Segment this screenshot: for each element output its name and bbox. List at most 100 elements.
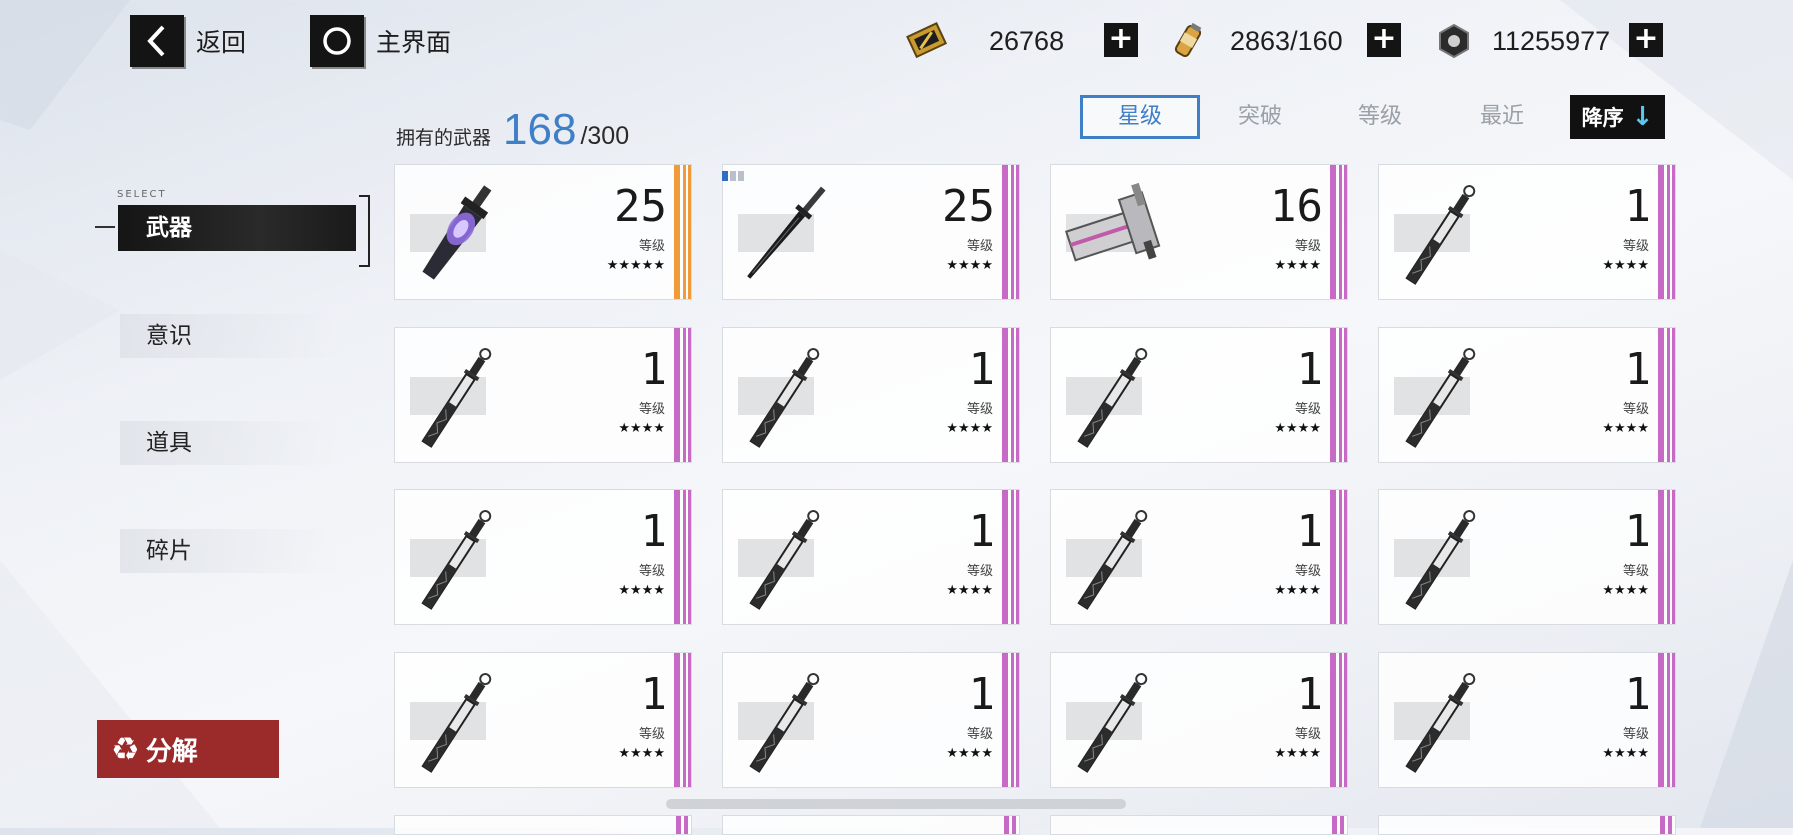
rarity-stripe bbox=[1002, 490, 1019, 624]
horizontal-scrollbar[interactable] bbox=[666, 799, 1126, 809]
sidebar-item-weapons[interactable]: 武器 bbox=[118, 205, 356, 251]
sidebar-item-fragments[interactable]: 碎片 bbox=[120, 529, 340, 573]
weapon-card[interactable]: 1 等级 ★★★★ bbox=[722, 489, 1020, 625]
weapon-card[interactable]: 1 等级 ★★★★ bbox=[722, 652, 1020, 788]
resource-energy-value: 2863/160 bbox=[1230, 25, 1343, 56]
weapon-level-label: 等级 bbox=[638, 402, 665, 417]
back-label: 返回 bbox=[196, 28, 247, 57]
resource-coin-value: 11255977 bbox=[1492, 25, 1611, 56]
weapon-level: 1 bbox=[640, 344, 668, 395]
weapon-card[interactable]: 1 等级 ★★★★ bbox=[1378, 489, 1676, 625]
sheathed-sword-icon bbox=[1059, 336, 1169, 460]
weapon-level-label: 等级 bbox=[1622, 402, 1649, 417]
weapon-level: 1 bbox=[1624, 506, 1652, 557]
weapon-card-partial[interactable] bbox=[1378, 815, 1676, 835]
equipped-badge-icon bbox=[722, 170, 746, 182]
weapon-card[interactable]: 16 等级 ★★★★ bbox=[1050, 164, 1348, 300]
sheathed-sword-icon bbox=[403, 661, 513, 785]
weapon-stars: ★★★★ bbox=[618, 583, 665, 598]
decompose-button[interactable]: ♻ 分解 bbox=[97, 720, 279, 778]
add-gold-button[interactable]: + bbox=[1104, 23, 1138, 57]
weapon-card[interactable]: 1 等级 ★★★★ bbox=[1050, 652, 1348, 788]
weapon-card-partial[interactable] bbox=[394, 815, 692, 835]
weapon-card[interactable]: 1 等级 ★★★★ bbox=[1378, 652, 1676, 788]
rarity-stripe bbox=[1658, 328, 1675, 462]
weapon-stars: ★★★★ bbox=[1274, 746, 1321, 761]
add-coin-button[interactable]: + bbox=[1629, 23, 1663, 57]
weapon-level-label: 等级 bbox=[966, 402, 993, 417]
select-tag: SELECT bbox=[117, 189, 167, 200]
sort-tab-rarity[interactable]: 星级 bbox=[1080, 95, 1200, 139]
rarity-stripe bbox=[674, 328, 691, 462]
weapon-card[interactable]: 1 等级 ★★★★ bbox=[1378, 327, 1676, 463]
rarity-stripe bbox=[1330, 328, 1347, 462]
weapon-stars: ★★★★ bbox=[946, 583, 993, 598]
sheathed-sword-icon bbox=[731, 336, 841, 460]
weapon-stars: ★★★★ bbox=[946, 258, 993, 273]
back-button[interactable]: 返回 bbox=[130, 15, 246, 67]
weapon-level-label: 等级 bbox=[1294, 564, 1321, 579]
weapon-card[interactable]: 1 等级 ★★★★ bbox=[394, 327, 692, 463]
weapon-stars: ★★★★ bbox=[1274, 583, 1321, 598]
home-label: 主界面 bbox=[376, 28, 452, 57]
weapon-count: 拥有的武器 168 /300 bbox=[396, 105, 629, 155]
weapon-card-partial[interactable] bbox=[1050, 815, 1348, 835]
weapon-card[interactable]: 1 等级 ★★★★ bbox=[394, 652, 692, 788]
active-bracket bbox=[359, 195, 370, 267]
sidebar-item-items[interactable]: 道具 bbox=[120, 421, 340, 465]
weapon-stars: ★★★★ bbox=[1602, 421, 1649, 436]
rarity-stripe bbox=[1002, 653, 1019, 787]
sheathed-sword-icon bbox=[403, 498, 513, 622]
weapon-level-label: 等级 bbox=[638, 727, 665, 742]
chevron-left-icon bbox=[147, 25, 165, 57]
weapon-count-value: 168 bbox=[503, 105, 577, 154]
rarity-stripe bbox=[674, 653, 691, 787]
weapon-card[interactable]: 1 等级 ★★★★ bbox=[1050, 489, 1348, 625]
weapon-card[interactable]: 1 等级 ★★★★ bbox=[1050, 327, 1348, 463]
weapon-card-partial[interactable] bbox=[722, 815, 1020, 835]
energy-canister-icon bbox=[1174, 22, 1202, 58]
weapon-card[interactable]: 1 等级 ★★★★ bbox=[1378, 164, 1676, 300]
resource-gold-value: 26768 bbox=[989, 25, 1065, 56]
sidebar-item-stigmata[interactable]: 意识 bbox=[120, 314, 340, 358]
sort-order-button[interactable]: 降序 ↓ bbox=[1570, 95, 1665, 139]
weapon-card[interactable]: 1 等级 ★★★★ bbox=[722, 327, 1020, 463]
weapon-level-label: 等级 bbox=[1294, 239, 1321, 254]
rarity-stripe bbox=[1658, 165, 1675, 299]
rarity-stripe bbox=[1330, 653, 1347, 787]
sheathed-sword-icon bbox=[731, 661, 841, 785]
sort-tab-level[interactable]: 等级 bbox=[1320, 95, 1440, 139]
weapon-card[interactable]: 25 等级 ★★★★★ bbox=[394, 164, 692, 300]
sheathed-sword-icon bbox=[1387, 336, 1497, 460]
rarity-stripe bbox=[674, 165, 691, 299]
recycle-icon: ♻ bbox=[111, 730, 140, 768]
weapon-level-label: 等级 bbox=[638, 239, 665, 254]
sheathed-sword-icon bbox=[1387, 173, 1497, 297]
weapon-level: 1 bbox=[1624, 344, 1652, 395]
rarity-stripe bbox=[1330, 490, 1347, 624]
sheathed-sword-icon bbox=[403, 336, 513, 460]
weapon-stars: ★★★★ bbox=[1274, 258, 1321, 273]
rarity-stripe bbox=[674, 490, 691, 624]
weapon-level: 1 bbox=[1624, 181, 1652, 232]
rarity-stripe bbox=[1330, 165, 1347, 299]
weapon-stars: ★★★★ bbox=[946, 421, 993, 436]
home-button[interactable]: 主界面 bbox=[310, 15, 451, 67]
weapon-level-label: 等级 bbox=[966, 239, 993, 254]
weapon-level: 1 bbox=[640, 506, 668, 557]
weapon-level-label: 等级 bbox=[1622, 564, 1649, 579]
weapon-stars: ★★★★ bbox=[1602, 746, 1649, 761]
sheathed-sword-icon bbox=[1387, 498, 1497, 622]
sort-tab-breakthrough[interactable]: 突破 bbox=[1200, 95, 1320, 139]
black-katana-icon bbox=[731, 173, 841, 297]
weapon-level: 1 bbox=[1296, 506, 1324, 557]
weapon-level: 25 bbox=[614, 181, 667, 232]
weapon-card[interactable]: 1 等级 ★★★★ bbox=[394, 489, 692, 625]
add-energy-button[interactable]: + bbox=[1367, 23, 1401, 57]
sort-order-label: 降序 bbox=[1581, 106, 1624, 130]
weapon-level-label: 等级 bbox=[966, 564, 993, 579]
hex-nut-coin-icon bbox=[1439, 23, 1469, 59]
weapon-card[interactable]: 25 等级 ★★★★ bbox=[722, 164, 1020, 300]
sort-tab-recent[interactable]: 最近 bbox=[1442, 95, 1562, 139]
arrow-down-icon: ↓ bbox=[1631, 102, 1654, 132]
